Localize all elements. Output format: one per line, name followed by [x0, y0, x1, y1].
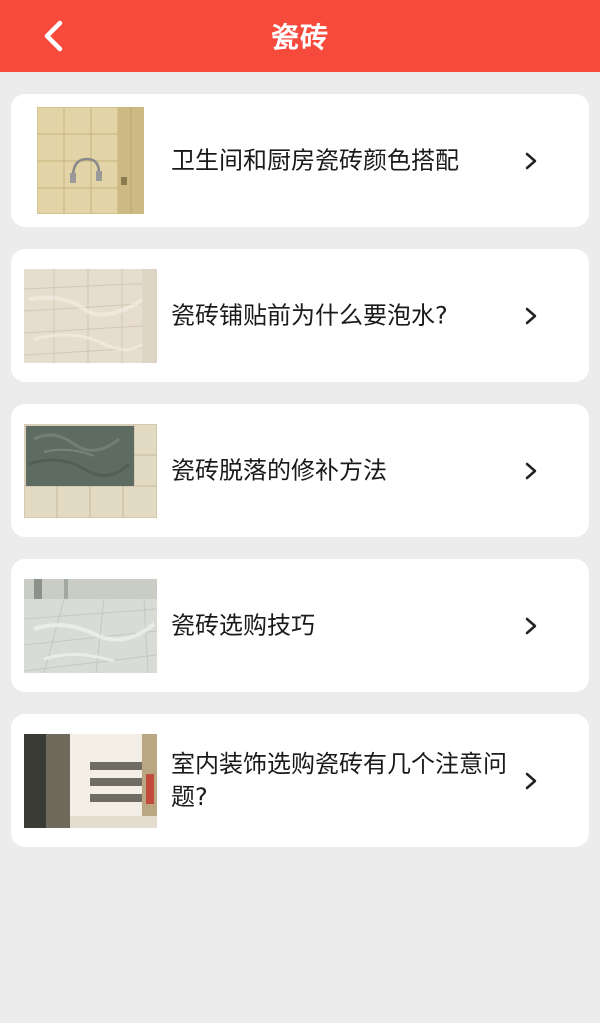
chevron-right-icon — [525, 152, 537, 169]
article-title: 瓷砖脱落的修补方法 — [171, 456, 387, 484]
chevron-right-icon — [525, 617, 537, 634]
article-list: 卫生间和厨房瓷砖颜色搭配 瓷砖铺贴前为什么要泡水? 瓷砖脱落的修补方法 瓷砖选购… — [11, 94, 589, 869]
chevron-right-icon — [525, 307, 537, 324]
article-title: 瓷砖铺贴前为什么要泡水? — [171, 301, 448, 329]
article-item[interactable]: 室内装饰选购瓷砖有几个注意问题? — [11, 714, 589, 847]
top-bar: 瓷砖 — [0, 0, 600, 72]
article-thumbnail — [37, 107, 144, 214]
article-title: 室内装饰选购瓷砖有几个注意问题? — [171, 749, 507, 811]
article-item[interactable]: 瓷砖选购技巧 — [11, 559, 589, 692]
article-thumbnail — [24, 269, 157, 363]
article-thumbnail — [24, 424, 157, 518]
article-thumbnail — [24, 579, 157, 673]
article-item[interactable]: 瓷砖脱落的修补方法 — [11, 404, 589, 537]
article-title: 卫生间和厨房瓷砖颜色搭配 — [171, 146, 459, 174]
article-thumbnail — [24, 734, 157, 828]
chevron-left-icon — [44, 20, 63, 52]
back-button[interactable] — [30, 12, 78, 60]
article-item[interactable]: 瓷砖铺贴前为什么要泡水? — [11, 249, 589, 382]
page-title: 瓷砖 — [270, 21, 329, 54]
article-item[interactable]: 卫生间和厨房瓷砖颜色搭配 — [11, 94, 589, 227]
chevron-right-icon — [525, 462, 537, 479]
article-title: 瓷砖选购技巧 — [171, 611, 315, 639]
chevron-right-icon — [525, 772, 537, 789]
